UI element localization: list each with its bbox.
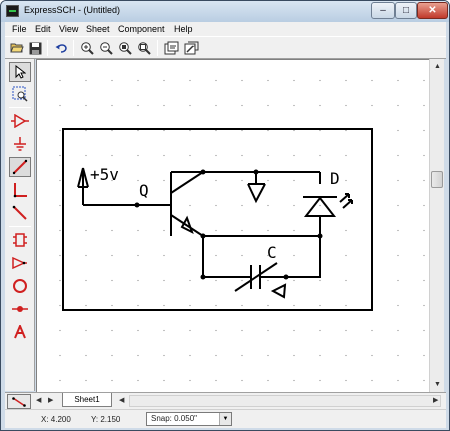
wires — [83, 171, 321, 278]
supply-label: +5v — [90, 165, 119, 184]
main-toolbar — [5, 36, 446, 59]
hscroll-right-arrow[interactable]: ▶ — [433, 396, 438, 404]
x-coordinate: X: 4.200 — [41, 415, 71, 424]
zoom-in-icon[interactable] — [79, 40, 95, 56]
transistor-label: Q — [139, 181, 149, 200]
window-title: ExpressSCH - (Untitled) — [24, 5, 121, 15]
scroll-up-arrow[interactable]: ▲ — [430, 59, 445, 74]
pointer-tool[interactable] — [9, 62, 31, 82]
transistor-q[interactable] — [170, 171, 204, 237]
menu-sheet[interactable]: Sheet — [86, 24, 110, 34]
tab-sheet1[interactable]: Sheet1 — [62, 393, 112, 407]
menu-file[interactable]: File — [12, 24, 27, 34]
drawing-toolbar — [5, 59, 35, 391]
sheet-tab-bar: ◀ ▶ Sheet1 ◀ ▶ — [5, 392, 446, 409]
menu-view[interactable]: View — [59, 24, 78, 34]
corner-tool-button[interactable] — [7, 394, 31, 409]
tab-next-arrow[interactable]: ▶ — [48, 396, 53, 404]
bus-tool[interactable] — [9, 180, 31, 200]
close-button[interactable]: ✕ — [417, 2, 448, 19]
vertical-scrollbar[interactable]: ▲ ▼ — [429, 59, 444, 392]
led-label: D — [330, 169, 340, 188]
ground-tool[interactable] — [9, 134, 31, 154]
undo-icon[interactable] — [53, 40, 69, 56]
text-tool[interactable] — [9, 322, 31, 342]
app-icon — [6, 5, 19, 17]
hscroll-left-arrow[interactable]: ◀ — [119, 396, 124, 404]
app-window: ExpressSCH - (Untitled) – □ ✕ File Edit … — [0, 0, 450, 431]
junction-tool[interactable] — [9, 299, 31, 319]
save-icon[interactable] — [27, 40, 43, 56]
tab-prev-arrow[interactable]: ◀ — [36, 396, 41, 404]
menu-help[interactable]: Help — [174, 24, 193, 34]
sheet-properties-icon[interactable] — [163, 40, 179, 56]
bus-entry-tool[interactable] — [9, 203, 31, 223]
horizontal-scrollbar[interactable] — [129, 395, 441, 407]
zoom-out-icon[interactable] — [98, 40, 114, 56]
zoom-fit-icon[interactable] — [136, 40, 152, 56]
maximize-button[interactable]: □ — [395, 2, 417, 19]
component-properties-icon[interactable] — [183, 40, 199, 56]
capacitor-label: C — [267, 243, 277, 262]
sheet-border — [62, 128, 373, 311]
led-d[interactable] — [303, 193, 353, 217]
scroll-thumb[interactable] — [431, 171, 443, 188]
menu-bar: File Edit View Sheet Component Help — [5, 22, 446, 36]
scroll-down-arrow[interactable]: ▼ — [430, 377, 445, 392]
title-bar[interactable]: ExpressSCH - (Untitled) – □ ✕ — [1, 1, 449, 22]
menu-edit[interactable]: Edit — [35, 24, 51, 34]
open-icon[interactable] — [9, 40, 25, 56]
port-tool[interactable] — [9, 253, 31, 273]
circle-tool[interactable] — [9, 276, 31, 296]
minimize-button[interactable]: – — [371, 2, 395, 19]
y-coordinate: Y: 2.150 — [91, 415, 121, 424]
snap-value: Snap: 0.050" — [151, 414, 197, 423]
capacitor-c[interactable] — [234, 262, 287, 299]
buffer-tool[interactable] — [9, 111, 31, 131]
wire-tool[interactable] — [9, 157, 31, 177]
menu-component[interactable]: Component — [118, 24, 165, 34]
status-bar: X: 4.200 Y: 2.150 Snap: 0.050" ▼ — [5, 409, 446, 428]
zoom-area-icon[interactable] — [117, 40, 133, 56]
snap-select[interactable]: Snap: 0.050" ▼ — [146, 412, 232, 426]
schematic-canvas[interactable]: +5v Q D C — [36, 59, 429, 392]
ground-symbol[interactable] — [247, 179, 266, 204]
component-tool[interactable] — [9, 230, 31, 250]
junction-dots — [134, 169, 323, 280]
zoom-select-tool[interactable] — [9, 84, 31, 104]
chevron-down-icon[interactable]: ▼ — [219, 413, 231, 425]
supply-symbol[interactable] — [77, 167, 89, 205]
